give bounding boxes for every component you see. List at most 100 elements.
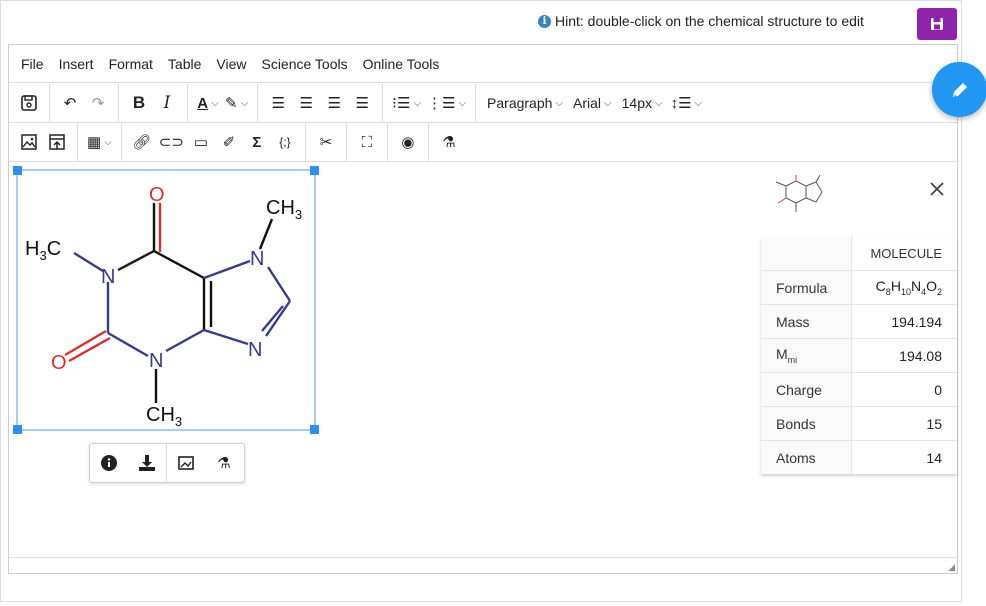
- table-button[interactable]: ▦ ⌵: [84, 127, 115, 157]
- flask-icon: ⚗: [442, 134, 456, 151]
- fullscreen-icon: ⛶: [361, 133, 373, 151]
- resize-handle-br[interactable]: [310, 425, 319, 434]
- cut-button[interactable]: ✂: [312, 127, 340, 157]
- resize-handle-bl[interactable]: [13, 425, 22, 434]
- insert-image-button[interactable]: [15, 127, 43, 157]
- redo-button[interactable]: ↷: [84, 88, 112, 118]
- chevron-down-icon: ⌵: [694, 97, 703, 109]
- font-size-label: 14px: [621, 95, 652, 111]
- align-right-button[interactable]: ☰: [320, 88, 348, 118]
- caffeine-structure: O O N N N N CH3 H3C CH3: [25, 184, 302, 429]
- highlight-button[interactable]: ✎ ⌵: [222, 88, 251, 118]
- menu-view[interactable]: View: [216, 56, 246, 72]
- undo-button[interactable]: ↶: [56, 88, 84, 118]
- undo-icon: ↶: [63, 95, 77, 112]
- align-center-button[interactable]: ☰: [292, 88, 320, 118]
- raccoon-icon: ◉: [401, 134, 415, 151]
- menu-online-tools[interactable]: Online Tools: [363, 56, 440, 72]
- link-icon: 🔗︎: [132, 134, 152, 151]
- comment-icon: ▭: [193, 134, 209, 151]
- hint-bar: i Hint: double-click on the chemical str…: [538, 13, 864, 29]
- table-row: Bonds 15: [761, 406, 957, 441]
- paint-button[interactable]: ✐: [215, 127, 243, 157]
- text-color-icon: A: [197, 94, 209, 112]
- code-icon: {;}: [279, 135, 291, 149]
- chevron-down-icon: ⌵: [211, 97, 219, 109]
- table-row: Mass 194.194: [761, 304, 957, 339]
- chevron-down-icon: ⌵: [413, 97, 421, 109]
- menu-format[interactable]: Format: [109, 56, 153, 72]
- align-justify-icon: ☰: [355, 95, 369, 112]
- resize-handle-tr[interactable]: [310, 166, 319, 175]
- numbered-list-button[interactable]: ⋮☰ ⌵: [424, 88, 469, 118]
- brush-icon: ✐: [222, 134, 236, 151]
- upload-button[interactable]: [43, 127, 71, 157]
- chevron-down-icon: ⌵: [654, 97, 663, 109]
- chain-icon: ⊂⊃: [158, 134, 184, 151]
- code-button[interactable]: {;}: [271, 127, 299, 157]
- chemistry-edit-button[interactable]: ⚗: [205, 448, 243, 478]
- download-button[interactable]: [128, 448, 166, 478]
- download-icon: [139, 455, 155, 471]
- fullscreen-button[interactable]: ⛶: [353, 127, 381, 157]
- menu-science-tools[interactable]: Science Tools: [261, 56, 347, 72]
- molecule-image[interactable]: O O N N N N CH3 H3C CH3: [13, 166, 319, 434]
- status-bar: ◢: [9, 557, 957, 573]
- property-label: Mmi: [761, 338, 852, 373]
- methyl-label: H3C: [25, 238, 61, 263]
- align-left-button[interactable]: ☰: [264, 88, 292, 118]
- font-size-select[interactable]: 14px ⌵: [617, 88, 668, 118]
- align-justify-button[interactable]: ☰: [348, 88, 376, 118]
- close-panel-button[interactable]: [925, 177, 949, 201]
- nitrogen-label: N: [250, 248, 264, 270]
- edit-fab-button[interactable]: [932, 62, 986, 117]
- align-left-icon: ☰: [271, 95, 285, 112]
- bold-button[interactable]: B: [125, 88, 153, 118]
- info-button[interactable]: [90, 448, 128, 478]
- image-icon: [21, 134, 37, 150]
- math-button[interactable]: Σ: [243, 127, 271, 157]
- raccoon-button[interactable]: ◉: [394, 127, 422, 157]
- crop-button[interactable]: [167, 448, 205, 478]
- methyl-label: CH3: [266, 197, 302, 222]
- sigma-icon: Σ: [252, 133, 262, 151]
- property-label: Atoms: [761, 440, 852, 474]
- comment-button[interactable]: ▭: [187, 127, 215, 157]
- paragraph-label: Paragraph: [487, 95, 553, 111]
- methyl-label: CH3: [146, 404, 182, 429]
- table-row: Charge 0: [761, 372, 957, 407]
- italic-button[interactable]: I: [153, 88, 181, 118]
- formula-value: C8H10N4O2: [851, 270, 957, 305]
- save-button[interactable]: [917, 8, 957, 40]
- property-value: 194.194: [851, 304, 957, 339]
- table-icon: ▦: [87, 134, 102, 151]
- editor-content[interactable]: O O N N N N CH3 H3C CH3 ⚗ MOLECULE Formu…: [9, 162, 957, 557]
- hint-text: Hint: double-click on the chemical struc…: [555, 13, 864, 29]
- link-button[interactable]: 🔗︎: [128, 127, 156, 157]
- line-height-button[interactable]: ↕☰ ⌵: [668, 88, 706, 118]
- anchor-button[interactable]: ⊂⊃: [156, 127, 187, 157]
- bullet-list-icon: ⁝☰: [392, 95, 411, 112]
- info-icon: [101, 455, 117, 471]
- resize-grip-icon[interactable]: ◢: [948, 562, 955, 573]
- menu-file[interactable]: File: [21, 56, 44, 72]
- menu-insert[interactable]: Insert: [59, 56, 94, 72]
- highlighter-icon: ✎: [225, 95, 238, 112]
- property-label: Bonds: [761, 406, 852, 441]
- close-icon: [930, 182, 944, 196]
- bullet-list-button[interactable]: ⁝☰ ⌵: [389, 88, 424, 118]
- resize-handle-tl[interactable]: [13, 166, 22, 175]
- property-label: Charge: [761, 372, 852, 407]
- property-label: Formula: [761, 270, 852, 305]
- pencil-icon: [952, 82, 967, 97]
- text-color-button[interactable]: A ⌵: [194, 88, 222, 118]
- molecule-info-panel: MOLECULE Formula C8H10N4O2 Mass 194.194 …: [761, 167, 959, 474]
- font-select[interactable]: Arial ⌵: [568, 88, 617, 118]
- save-document-button[interactable]: [15, 88, 43, 118]
- flask-icon: ⚗: [217, 455, 231, 472]
- chemistry-button[interactable]: ⚗: [435, 127, 463, 157]
- chevron-down-icon: ⌵: [104, 136, 112, 148]
- menu-table[interactable]: Table: [168, 56, 201, 72]
- toolbar-row-2: ▦ ⌵ 🔗︎ ⊂⊃ ▭ ✐ Σ {;} ✂ ⛶ ◉ ⚗: [9, 123, 957, 162]
- paragraph-select[interactable]: Paragraph ⌵: [482, 88, 568, 118]
